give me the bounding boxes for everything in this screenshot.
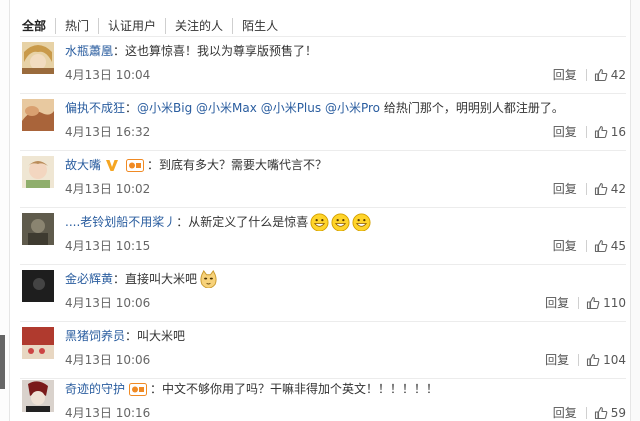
thumbs-up-icon [594,125,608,138]
avatar[interactable] [22,270,54,302]
username-link[interactable]: 水瓶蕭凰 [65,42,113,60]
comment-text: 到底有多大？需要大嘴代言不？ [159,158,328,172]
action-separator [585,406,587,419]
comment-text-rest: 给热门那个，明明别人都注册了。 [380,101,564,115]
comment-item: ....老铃划船不用桨丿：从新定义了什么是惊喜 4月13日 10:15 回复 4… [20,207,626,264]
action-separator [578,353,580,366]
comment-timestamp: 4月13日 10:04 [65,68,151,82]
like-button[interactable]: 45 [594,239,626,253]
like-button[interactable]: 59 [594,406,626,420]
avatar[interactable] [22,42,54,74]
verified-v-badge-icon [106,160,119,171]
thumbs-up-icon [587,296,600,309]
like-button[interactable]: 42 [594,182,626,196]
member-badge-icon [129,382,148,396]
like-count: 45 [610,238,626,253]
like-count: 42 [610,67,626,82]
username-link[interactable]: 金必辉黄 [65,270,113,288]
action-separator [578,296,580,309]
comment-timestamp: 4月13日 10:06 [65,296,151,310]
avatar[interactable] [22,213,54,245]
thumbs-up-icon [594,182,608,195]
avatar[interactable] [22,156,54,188]
comment-timestamp: 4月13日 10:15 [65,239,151,253]
like-count: 59 [610,405,626,420]
action-separator [585,125,587,138]
frame-notch [0,335,5,389]
tab-all[interactable]: 全部 [22,18,55,34]
mention-link[interactable]: @小米Big [137,101,192,115]
like-button[interactable]: 104 [586,353,626,367]
like-button[interactable]: 16 [594,125,626,139]
reply-button[interactable]: 回复 [545,294,578,311]
mention-link[interactable]: @小米Max [196,101,257,115]
mention-link[interactable]: @小米Pro [325,101,380,115]
like-count: 104 [603,352,626,367]
reply-button[interactable]: 回复 [553,404,586,421]
username-link[interactable]: ....老铃划船不用桨丿 [65,213,176,231]
comment-timestamp: 4月13日 10:16 [65,406,151,420]
like-count: 110 [603,295,626,310]
comment-item: 奇迹的守护 ：中文不够你用了吗？干嘛非得加个英文！！！！！！ 4月13日 10:… [20,374,626,421]
username-link[interactable]: 偏执不成狂 [65,99,125,117]
reply-button[interactable]: 回复 [553,66,586,83]
thumbs-up-icon [594,239,608,252]
window-frame-left [0,0,10,421]
comment-text: 直接叫大米吧 [125,272,198,286]
like-button[interactable]: 42 [594,68,626,82]
action-separator [585,68,587,81]
like-button[interactable]: 110 [586,296,626,310]
comment-item: 偏执不成狂： @小米Big @小米Max @小米Plus @小米Pro 给热门那… [20,93,626,150]
comment-timestamp: 4月13日 10:06 [65,353,151,367]
member-badge-icon [126,158,145,172]
mention-link[interactable]: @小米Plus [261,101,321,115]
grin-emoji-icon [331,213,350,231]
comment-filter-tabs: 全部 热门 认证用户 关注的人 陌生人 [22,16,287,36]
reply-button[interactable]: 回复 [553,237,586,254]
comment-text: 从新定义了什么是惊喜 [188,215,309,229]
comment-item: 金必辉黄：直接叫大米吧 4月13日 10:06 回复 110 [20,264,626,321]
username-link[interactable]: 黑猪饲养员 [65,327,125,345]
grin-emoji-icon [310,213,329,231]
tab-verified-users[interactable]: 认证用户 [98,18,165,34]
reply-button[interactable]: 回复 [553,180,586,197]
comment-timestamp: 4月13日 16:32 [65,125,151,139]
username-link[interactable]: 故大嘴 [65,156,101,174]
avatar[interactable] [22,99,54,131]
comment-text: 叫大米吧 [137,329,186,343]
comment-text: @小米Big @小米Max @小米Plus @小米Pro 给热门那个，明明别人都… [137,99,564,117]
comment-item: 黑猪饲养员：叫大米吧 4月13日 10:06 回复 104 [20,321,626,378]
like-count: 42 [610,181,626,196]
reply-button[interactable]: 回复 [553,123,586,140]
thumbs-up-icon [587,353,600,366]
avatar[interactable] [22,327,54,359]
comment-item: 故大嘴 ：到底有多大？需要大嘴代言不？ 4月13日 10:02 回复 42 [20,150,626,207]
thumbs-up-icon [594,406,608,419]
action-separator [585,239,587,252]
username-link[interactable]: 奇迹的守护 [65,380,125,398]
comment-text: 中文不够你用了吗？干嘛非得加个英文！！！！！！ [162,382,439,396]
grin-emoji-icon [352,213,371,231]
action-separator [585,182,587,195]
tab-following[interactable]: 关注的人 [165,18,232,34]
window-frame-right [630,0,640,421]
like-count: 16 [610,124,626,139]
comment-timestamp: 4月13日 10:02 [65,182,151,196]
tab-hot[interactable]: 热门 [55,18,98,34]
thumbs-up-icon [594,68,608,81]
avatar[interactable] [22,380,54,412]
comment-item: 水瓶蕭凰：这也算惊喜！我以为尊享版预售了！ 4月13日 10:04 回复 42 [20,36,626,93]
doge-emoji-icon [200,270,217,288]
reply-button[interactable]: 回复 [545,351,578,368]
tab-strangers[interactable]: 陌生人 [232,18,287,34]
comment-text: 这也算惊喜！我以为尊享版预售了！ [125,44,318,58]
